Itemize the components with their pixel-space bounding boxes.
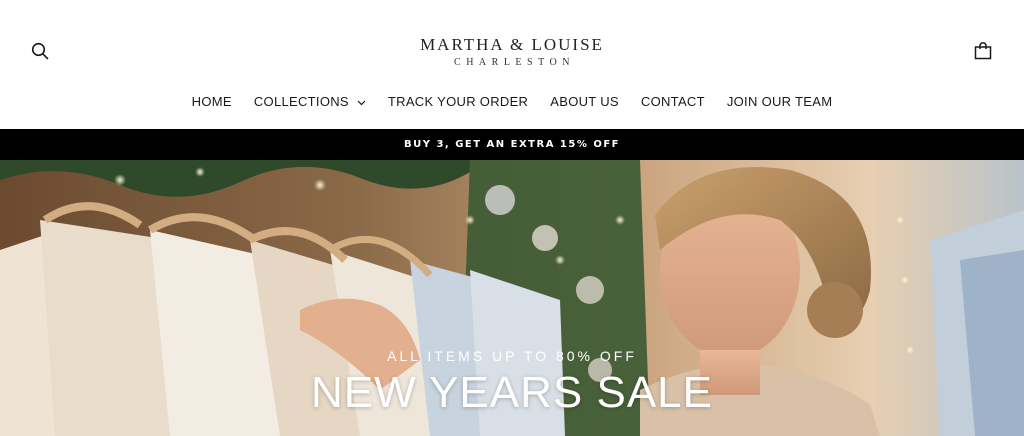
nav-item-join-our-team[interactable]: JOIN OUR TEAM	[716, 93, 844, 111]
logo-name: MARTHA & LOUISE	[420, 35, 604, 54]
nav-item-about-us[interactable]: ABOUT US	[539, 93, 630, 111]
logo-location: CHARLESTON	[454, 57, 575, 68]
hero-banner[interactable]: ALL ITEMS UP TO 80% OFF NEW YEARS SALE	[0, 160, 1024, 436]
nav-item-label: HOME	[191, 94, 232, 109]
nav-item-label: CONTACT	[640, 94, 705, 109]
chevron-down-icon	[357, 93, 366, 111]
nav-item-label: TRACK YOUR ORDER	[387, 94, 529, 109]
nav-item-home[interactable]: HOME	[181, 93, 243, 111]
nav-item-contact[interactable]: CONTACT	[630, 93, 716, 111]
site-logo[interactable]: MARTHA & LOUISE CHARLESTON	[0, 35, 1024, 69]
announcement-bar[interactable]: BUY 3, GET AN EXTRA 15% OFF	[0, 129, 1024, 160]
nav-item-label: JOIN OUR TEAM	[726, 94, 833, 109]
shopping-bag-icon	[974, 41, 992, 65]
nav-item-track-order[interactable]: TRACK YOUR ORDER	[377, 93, 539, 111]
nav-item-label: COLLECTIONS	[253, 94, 349, 109]
hero-subtitle: ALL ITEMS UP TO 80% OFF	[387, 348, 637, 364]
hero-title: NEW YEARS SALE	[311, 368, 713, 417]
nav-item-collections[interactable]: COLLECTIONS	[243, 93, 377, 111]
site-header: MARTHA & LOUISE CHARLESTON HOME COLLECTI…	[0, 0, 1024, 129]
nav-item-label: ABOUT US	[550, 94, 619, 109]
announcement-text: BUY 3, GET AN EXTRA 15% OFF	[404, 139, 620, 150]
cart-button[interactable]	[969, 39, 997, 67]
main-nav: HOME COLLECTIONS TRACK YOUR ORDER ABOUT …	[0, 93, 1024, 111]
